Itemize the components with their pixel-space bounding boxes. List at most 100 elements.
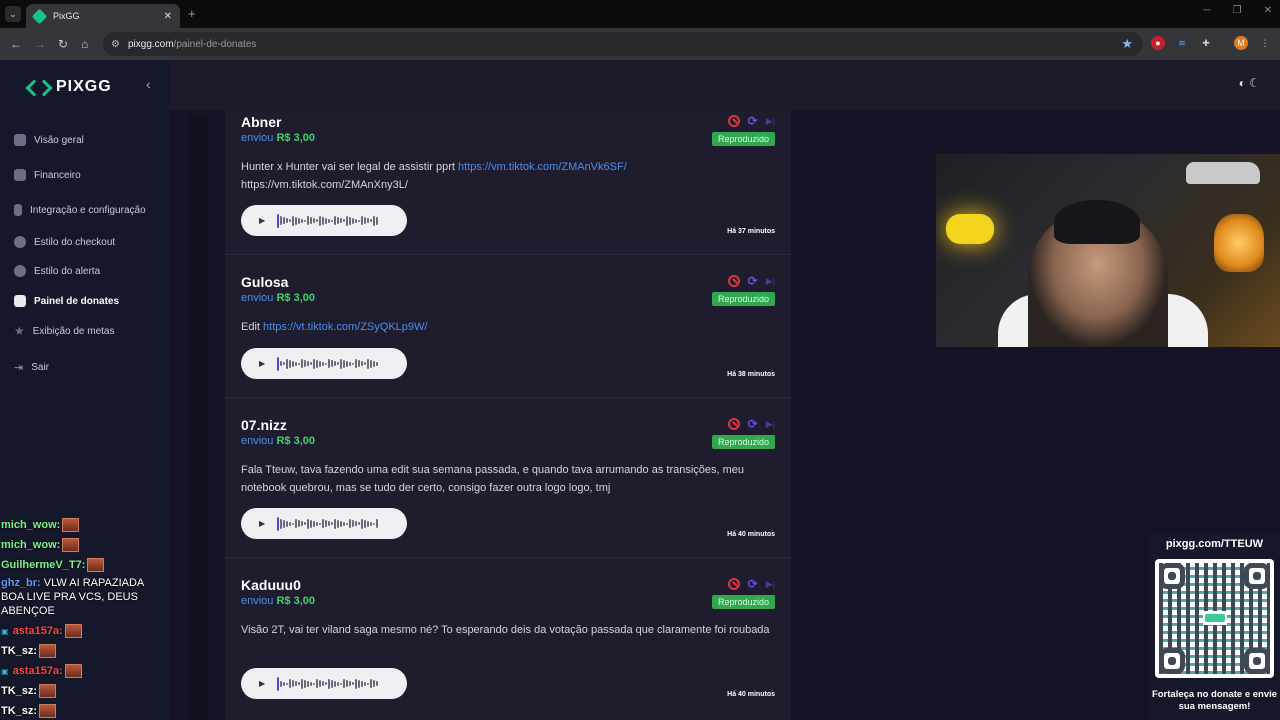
qr-finder	[1159, 648, 1185, 674]
chat-username: asta157a:	[12, 665, 63, 677]
emote-icon	[62, 518, 80, 533]
audio-waveform[interactable]	[277, 676, 379, 691]
audio-player[interactable]: ▶	[241, 205, 407, 236]
waveform-bar	[295, 681, 298, 686]
tab-close-icon[interactable]: ✕	[164, 11, 172, 22]
waveform-bar	[331, 219, 334, 222]
waveform-bar	[364, 519, 367, 528]
extension-wave-icon[interactable]: ≋	[1175, 36, 1189, 50]
bookmark-star-icon[interactable]: ★	[1121, 36, 1133, 52]
theme-toggle-moon-icon[interactable]: ◐ ☾	[1239, 76, 1260, 90]
donation-message: Fala Tteuw, tava fazendo uma edit sua se…	[241, 464, 745, 494]
waveform-bar	[301, 678, 304, 689]
extension-shield-icon[interactable]: ●	[1151, 36, 1165, 50]
waveform-bar	[364, 362, 367, 365]
skip-icon[interactable]: ▶|	[766, 276, 775, 287]
play-icon[interactable]: ▶	[259, 359, 265, 368]
forward-icon[interactable]: →	[34, 37, 46, 51]
waveform-bar	[370, 679, 373, 688]
replay-icon[interactable]: ⟳	[748, 417, 758, 431]
url-field[interactable]: ⚙ pixgg.com/painel-de-donates ★	[103, 32, 1143, 56]
skip-icon[interactable]: ▶|	[766, 419, 775, 430]
close-window-icon[interactable]: ✕	[1264, 5, 1272, 16]
site-info-icon[interactable]: ⚙	[111, 39, 120, 50]
donation-card: 07.nizz enviou R$ 3,00 ⟳ ▶| Reproduzido …	[225, 398, 791, 558]
waveform-bar	[364, 681, 367, 686]
browser-tab[interactable]: PixGG ✕	[26, 4, 180, 28]
audio-player[interactable]: ▶	[241, 668, 407, 699]
skip-icon[interactable]: ▶|	[766, 116, 775, 127]
block-icon[interactable]	[727, 275, 740, 287]
block-icon[interactable]	[727, 115, 740, 127]
donation-sent: enviou R$ 3,00	[241, 292, 315, 304]
pixgg-logo[interactable]: PIXGG	[28, 78, 112, 96]
restore-icon[interactable]: ❐	[1233, 5, 1242, 16]
waveform-bar	[319, 680, 322, 687]
waveform-bar	[289, 679, 292, 688]
sidebar-item-visao-geral[interactable]: Visão geral	[14, 134, 84, 146]
waveform-bar	[340, 520, 343, 527]
audio-waveform[interactable]	[277, 516, 379, 531]
reload-icon[interactable]: ↻	[58, 37, 68, 51]
replay-icon[interactable]: ⟳	[748, 577, 758, 591]
sidebar-item-painel-donates[interactable]: Painel de donates	[14, 295, 119, 307]
emote-icon	[39, 704, 57, 719]
browser-menu-icon[interactable]: ⋮	[1258, 36, 1272, 50]
emote-icon	[39, 644, 57, 659]
sub-badge-icon: ▣	[1, 667, 9, 676]
collapse-sidebar-icon[interactable]: ‹	[146, 76, 151, 92]
waveform-bar	[283, 681, 286, 686]
block-icon[interactable]	[727, 578, 740, 590]
minimize-icon[interactable]: ─	[1204, 5, 1211, 16]
waveform-bar	[310, 217, 313, 224]
sidebar-item-exibicao-metas[interactable]: ★ Exibição de metas	[14, 324, 114, 338]
waveform-bar	[298, 362, 301, 365]
extensions-puzzle-icon[interactable]: ✚	[1199, 36, 1213, 50]
waveform-bar	[343, 219, 346, 222]
waveform-bar	[355, 359, 358, 368]
status-badge: Reproduzido	[711, 435, 775, 449]
message-text: Hunter x Hunter vai ser legal de assisti…	[241, 161, 459, 173]
sidebar-item-financeiro[interactable]: Financeiro	[14, 169, 81, 181]
profile-avatar[interactable]: M	[1234, 36, 1248, 50]
sidebar-item-estilo-checkout[interactable]: Estilo do checkout	[14, 236, 115, 248]
back-icon[interactable]: ←	[10, 37, 22, 51]
waveform-bar	[283, 217, 286, 224]
skip-icon[interactable]: ▶|	[766, 579, 775, 590]
sidebar-item-sair[interactable]: ⇥ Sair	[14, 361, 49, 374]
waveform-bar	[367, 682, 370, 685]
waveform-bar	[280, 361, 283, 366]
emote-icon	[64, 624, 82, 639]
play-icon[interactable]: ▶	[259, 519, 265, 528]
block-icon[interactable]	[727, 418, 740, 430]
waveform-bar	[301, 218, 304, 223]
audio-waveform[interactable]	[277, 356, 379, 371]
donation-actions: ⟳ ▶|	[727, 577, 775, 591]
waveform-bar	[298, 520, 301, 527]
tab-search-button[interactable]: ⌄	[5, 6, 21, 22]
chat-username: asta157a:	[12, 625, 63, 637]
sidebar-item-estilo-alerta[interactable]: Estilo do alerta	[14, 265, 100, 277]
home-icon[interactable]: ⌂	[81, 37, 88, 51]
waveform-bar	[310, 519, 313, 528]
waveform-bar	[337, 362, 340, 365]
replay-icon[interactable]: ⟳	[748, 274, 758, 288]
play-icon[interactable]: ▶	[259, 216, 265, 225]
audio-player[interactable]: ▶	[241, 348, 407, 379]
new-tab-button[interactable]: +	[188, 6, 196, 21]
waveform-bar	[361, 361, 364, 366]
message-link[interactable]: https://vt.tiktok.com/ZSyQKLp9W/	[263, 321, 427, 333]
sidebar-item-integracao[interactable]: Integração e configuração	[14, 204, 146, 216]
sidebar-item-label: Sair	[31, 362, 50, 373]
waveform-bar	[337, 519, 340, 528]
play-icon[interactable]: ▶	[259, 679, 265, 688]
waveform-bar	[301, 521, 304, 526]
waveform-bar	[334, 680, 337, 687]
audio-waveform[interactable]	[277, 213, 379, 228]
waveform-bar	[349, 361, 352, 366]
donation-time: Há 37 minutos	[727, 228, 775, 235]
audio-player[interactable]: ▶	[241, 508, 407, 539]
replay-icon[interactable]: ⟳	[748, 114, 758, 128]
playhead-cursor	[277, 516, 280, 531]
message-link[interactable]: https://vm.tiktok.com/ZMAnVk6SF/	[458, 161, 627, 173]
